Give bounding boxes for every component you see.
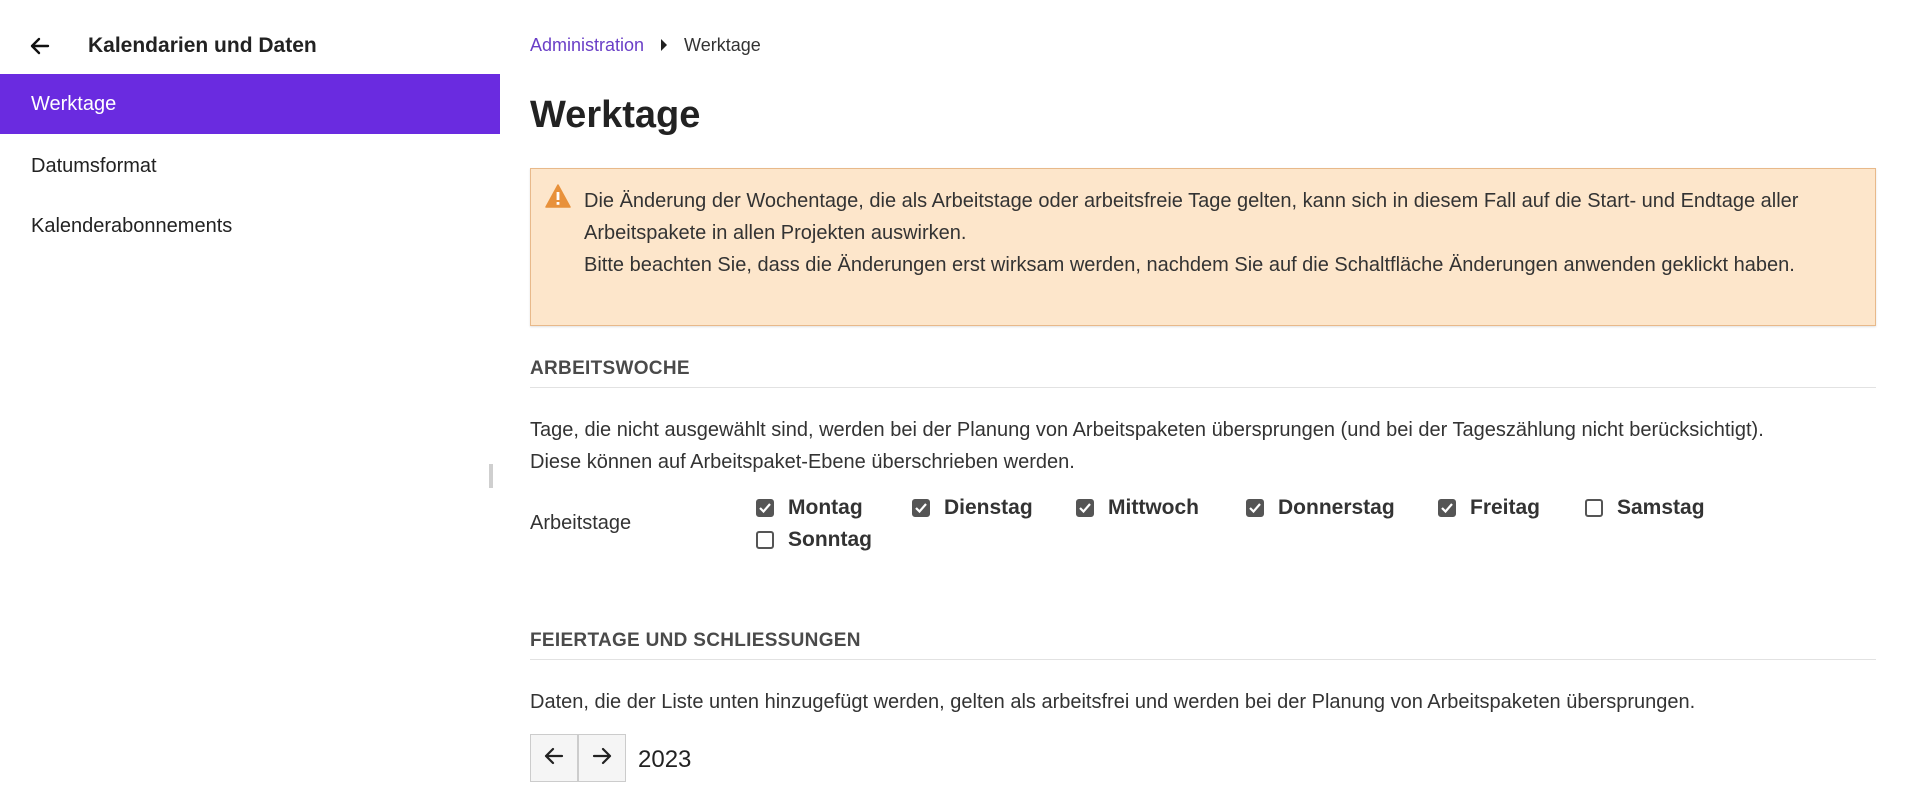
checkbox[interactable] — [912, 499, 930, 517]
day-checkbox-mittwoch[interactable]: Mittwoch — [1076, 496, 1199, 520]
section-heading-workweek: ARBEITSWOCHE — [530, 350, 1876, 388]
working-days-label: Arbeitstage — [530, 512, 632, 534]
sidebar-item-label: Werktage — [31, 92, 117, 115]
sidebar-item-kalenderabonnements[interactable]: Kalenderabonnements — [0, 196, 500, 256]
day-label: Sonntag — [788, 528, 872, 551]
sidebar: Kalendarien und Daten Werktage Datumsfor… — [0, 0, 500, 792]
checkbox[interactable] — [756, 499, 774, 517]
sidebar-header: Kalendarien und Daten — [0, 26, 500, 66]
main-content: Administration Werktage Werktage Die Änd… — [530, 0, 1890, 792]
sidebar-resize-handle[interactable] — [489, 464, 493, 488]
page-title: Werktage — [530, 94, 701, 136]
checkbox[interactable] — [1585, 499, 1603, 517]
sidebar-item-werktage[interactable]: Werktage — [0, 74, 500, 134]
day-checkbox-samstag[interactable]: Samstag — [1585, 496, 1705, 520]
holidays-description: Daten, die der Liste unten hinzugefügt w… — [530, 691, 1696, 713]
workweek-description: Tage, die nicht ausgewählt sind, werden … — [530, 414, 1876, 478]
sidebar-item-datumsformat[interactable]: Datumsformat — [0, 136, 500, 196]
next-year-button[interactable] — [578, 734, 626, 782]
warning-line-1: Die Änderung der Wochentage, die als Arb… — [584, 190, 1799, 244]
sidebar-item-label: Kalenderabonnements — [31, 214, 233, 237]
day-label: Donnerstag — [1278, 496, 1395, 519]
day-label: Mittwoch — [1108, 496, 1199, 519]
breadcrumb-current: Werktage — [684, 34, 761, 55]
arrow-left-icon — [544, 747, 564, 770]
day-checkbox-donnerstag[interactable]: Donnerstag — [1246, 496, 1395, 520]
checkbox[interactable] — [1438, 499, 1456, 517]
day-checkbox-sonntag[interactable]: Sonntag — [756, 528, 872, 552]
warning-line-2: Bitte beachten Sie, dass die Änderungen … — [584, 254, 1795, 276]
day-checkbox-dienstag[interactable]: Dienstag — [912, 496, 1033, 520]
day-label: Freitag — [1470, 496, 1541, 519]
checkbox[interactable] — [1076, 499, 1094, 517]
workweek-description-line-2: Diese können auf Arbeitspaket-Ebene über… — [530, 451, 1075, 473]
arrow-left-icon[interactable] — [28, 36, 52, 56]
sidebar-item-label: Datumsformat — [31, 154, 157, 177]
day-checkbox-freitag[interactable]: Freitag — [1438, 496, 1540, 520]
day-label: Dienstag — [944, 496, 1033, 519]
warning-text: Die Änderung der Wochentage, die als Arb… — [584, 185, 1854, 281]
warning-triangle-icon — [545, 184, 571, 208]
breadcrumb: Administration Werktage — [530, 34, 761, 56]
breadcrumb-administration-link[interactable]: Administration — [530, 35, 644, 56]
day-label: Samstag — [1617, 496, 1705, 519]
caret-right-icon — [660, 39, 668, 51]
sidebar-title: Kalendarien und Daten — [88, 34, 317, 57]
workweek-description-line-1: Tage, die nicht ausgewählt sind, werden … — [530, 419, 1764, 441]
arrow-right-icon — [592, 747, 612, 770]
section-heading-holidays: FEIERTAGE UND SCHLIESSUNGEN — [530, 622, 1876, 660]
warning-banner: Die Änderung der Wochentage, die als Arb… — [530, 168, 1876, 326]
checkbox[interactable] — [756, 531, 774, 549]
day-checkbox-montag[interactable]: Montag — [756, 496, 863, 520]
previous-year-button[interactable] — [530, 734, 578, 782]
checkbox[interactable] — [1246, 499, 1264, 517]
year-label: 2023 — [638, 746, 692, 773]
day-label: Montag — [788, 496, 863, 519]
